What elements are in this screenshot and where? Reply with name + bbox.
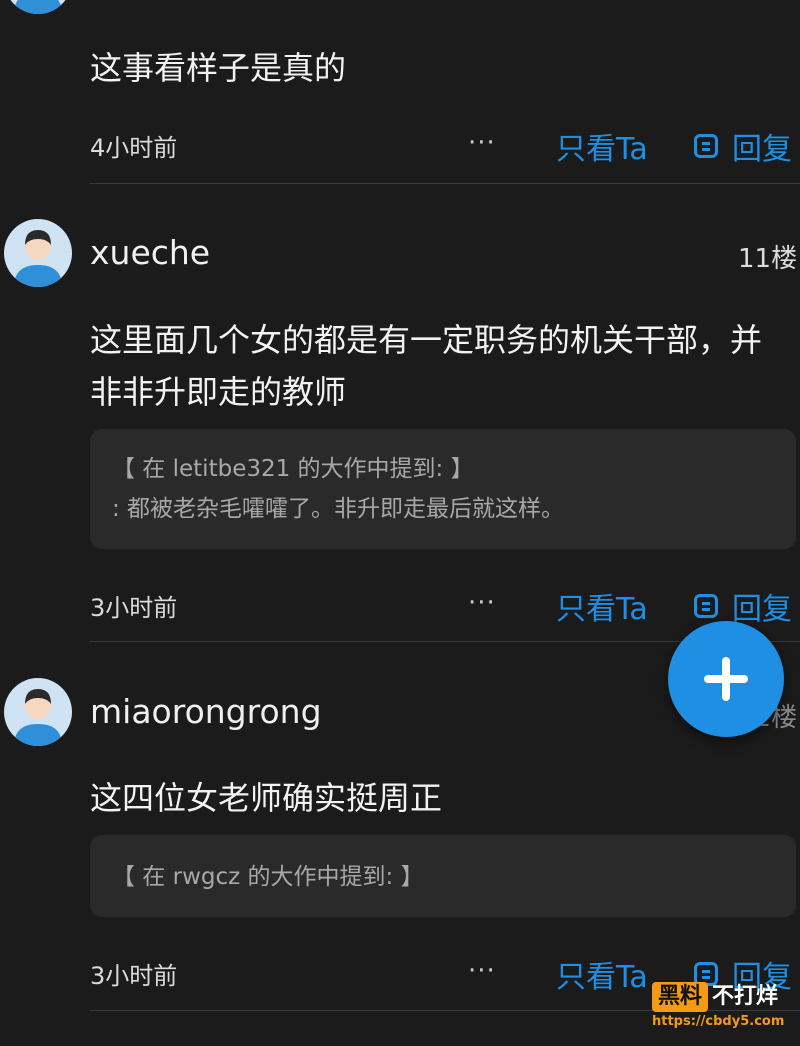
- post-content-line: 这四位女老师确实挺周正: [90, 779, 443, 817]
- floor-number: 11楼: [738, 244, 798, 274]
- post-time: 3小时前: [90, 962, 178, 990]
- reply-icon: [694, 134, 718, 158]
- only-ta-button[interactable]: 只看Ta: [556, 584, 648, 628]
- quote-block: 【 在 rwgcz 的大作中提到: 】: [90, 835, 796, 917]
- only-ta-label: 只看Ta: [556, 132, 648, 167]
- post-content: 这事看样子是真的: [90, 49, 347, 87]
- post-time: 3小时前: [90, 594, 178, 622]
- quote-block: 【 在 letitbe321 的大作中提到: 】 : 都被老杂毛嚯嚯了。非升即走…: [90, 429, 796, 549]
- post-content: 这里面几个女的都是有一定职务的机关干部，并 非非升即走的教师: [90, 314, 762, 418]
- watermark-brand-box: 黑料: [652, 982, 709, 1012]
- more-options-button[interactable]: ···: [468, 128, 496, 158]
- username[interactable]: miaorongrong: [90, 692, 322, 731]
- divider: [90, 183, 800, 184]
- watermark-url: https://cbdy5.com: [652, 1014, 785, 1029]
- post-content-line: 非非升即走的教师: [90, 373, 347, 411]
- quote-line: : 都被老杂毛嚯嚯了。非升即走最后就这样。: [112, 496, 565, 522]
- only-ta-button[interactable]: 只看Ta: [556, 124, 648, 168]
- only-ta-label: 只看Ta: [556, 592, 648, 627]
- reply-icon: [694, 594, 718, 618]
- only-ta-label: 只看Ta: [556, 960, 648, 995]
- post-content: 这四位女老师确实挺周正: [90, 772, 442, 824]
- reply-button[interactable]: 回复: [694, 124, 792, 168]
- username[interactable]: xueche: [90, 233, 210, 272]
- reply-label: 回复: [732, 132, 792, 167]
- quote-line: 【 在 rwgcz 的大作中提到: 】: [112, 864, 424, 890]
- avatar[interactable]: [4, 678, 72, 746]
- more-options-button[interactable]: ···: [468, 956, 496, 986]
- post-content-line: 这里面几个女的都是有一定职务的机关干部，并: [90, 321, 763, 359]
- post-time: 4小时前: [90, 134, 178, 162]
- avatar[interactable]: [4, 219, 72, 287]
- avatar[interactable]: [4, 0, 72, 14]
- reply-label: 回复: [732, 592, 792, 627]
- quote-line: 【 在 letitbe321 的大作中提到: 】: [112, 456, 474, 482]
- watermark-brand-text: 不打烊: [712, 984, 779, 1009]
- new-post-fab[interactable]: [668, 621, 784, 737]
- reply-button[interactable]: 回复: [694, 584, 792, 628]
- watermark: 黑料 不打烊 https://cbdy5.com: [652, 982, 798, 1029]
- more-options-button[interactable]: ···: [468, 588, 496, 618]
- only-ta-button[interactable]: 只看Ta: [556, 952, 648, 996]
